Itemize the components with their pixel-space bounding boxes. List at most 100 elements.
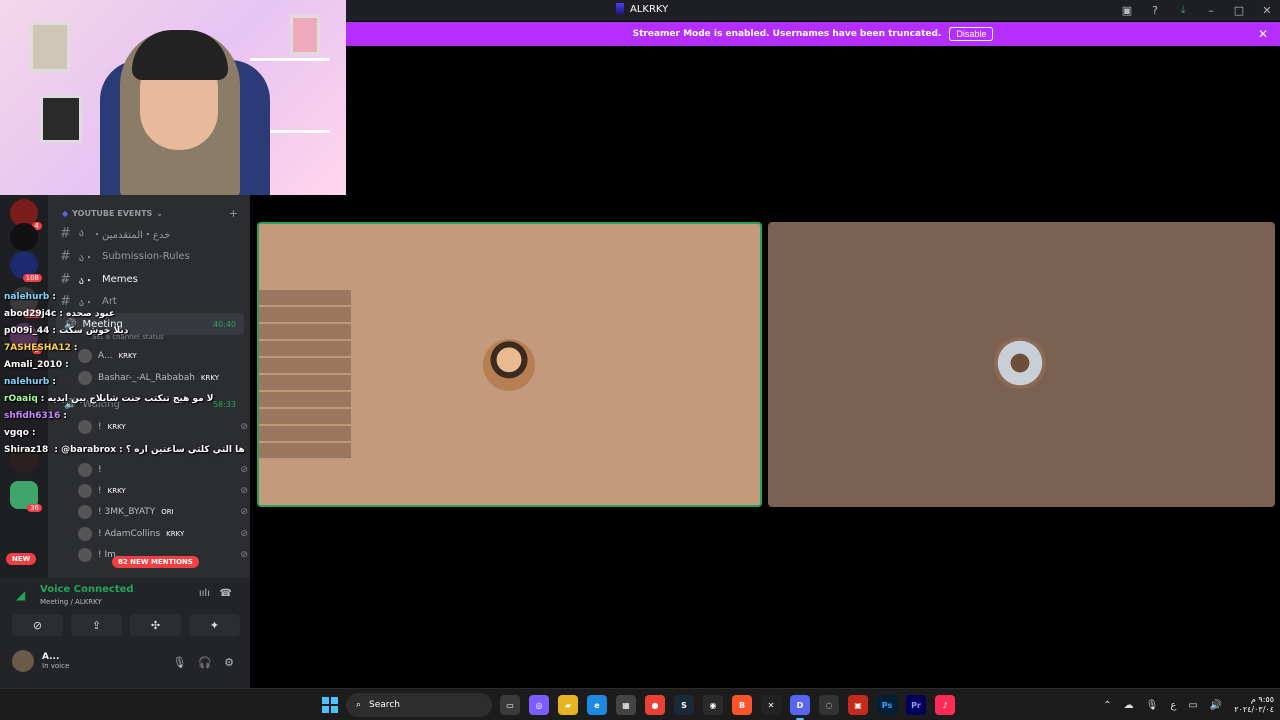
help-icon[interactable]: ?	[1148, 3, 1162, 17]
avatar	[78, 548, 92, 562]
channel-item[interactable]: # ა・ Art	[60, 291, 240, 311]
disable-button[interactable]: Disable	[949, 27, 994, 41]
taskbar: ⌕ Search ▭ ◎ ▰ e ▦ ● S ◉ B ✕ D ◌ ▣ Ps Pr…	[0, 688, 1280, 720]
chat-message: nalehurb:	[4, 377, 56, 387]
language-indicator[interactable]: ع	[1170, 700, 1176, 711]
start-button[interactable]	[322, 697, 338, 713]
minimize-button[interactable]: –	[1204, 3, 1218, 17]
chat-message: Amali_2010:	[4, 360, 69, 370]
chevron-up-icon[interactable]: ⌃	[1103, 700, 1111, 711]
server-icon[interactable]: 36	[10, 481, 42, 512]
download-icon[interactable]: ⤓	[1176, 3, 1190, 17]
voice-panel: ◢ Voice Connected Meeting / ALKRKY ıılı …	[0, 578, 250, 688]
file-explorer-icon[interactable]: ▰	[558, 695, 578, 715]
steam-icon[interactable]: S	[674, 695, 694, 715]
close-button[interactable]: ✕	[1260, 3, 1274, 17]
avatar	[78, 463, 92, 477]
add-channel-icon[interactable]: +	[229, 207, 238, 220]
title-bar: ALKRKY ▣ ? ⤓ – □ ✕	[346, 0, 1280, 21]
muted-icon: ⊘	[240, 422, 248, 432]
avatar	[78, 371, 92, 385]
noise-suppression-icon[interactable]: ıılı	[199, 588, 210, 599]
avatar	[78, 527, 92, 541]
app-logo-icon	[616, 3, 624, 15]
participant-tile-speaking[interactable]	[257, 222, 762, 507]
voice-user[interactable]: ! AdamCollins KRKY ⊘	[78, 524, 248, 544]
participant-tile[interactable]	[768, 222, 1275, 507]
screen-share-button[interactable]: ⇪	[71, 614, 122, 636]
activities-button[interactable]: ✣	[130, 614, 181, 636]
voice-actions: ⊘ ⇪ ✣ ✦	[12, 614, 240, 636]
app-icon[interactable]: ◌	[819, 695, 839, 715]
task-view-icon[interactable]: ▭	[500, 695, 520, 715]
chat-message: nalehurb:	[4, 292, 56, 302]
server-icon[interactable]: 108	[10, 251, 42, 282]
new-pill[interactable]: NEW	[6, 553, 37, 565]
edge-icon[interactable]: e	[587, 695, 607, 715]
voice-connected-subtitle[interactable]: Meeting / ALKRKY	[40, 598, 102, 606]
participant-avatar	[994, 337, 1046, 389]
chrome-icon[interactable]: ●	[645, 695, 665, 715]
voice-user[interactable]: Bashar-_-AL_Rababah KRKY	[78, 368, 248, 388]
muted-icon: ⊘	[240, 507, 248, 517]
channel-item[interactable]: # ა・ Submission-Rules	[60, 246, 240, 266]
channel-item[interactable]: # ა・ Memes	[60, 269, 240, 289]
category-header[interactable]: ◆ YOUTUBE EVENTS ⌄	[62, 209, 163, 218]
plaque-frame	[290, 15, 320, 55]
signal-icon[interactable]: ◢	[16, 588, 25, 602]
chevron-down-icon: ⌄	[156, 209, 163, 218]
copilot-icon[interactable]: ◎	[529, 695, 549, 715]
chat-message: vgqo:	[4, 428, 36, 438]
avatar	[12, 650, 34, 672]
disconnect-icon[interactable]: ☎	[220, 588, 232, 599]
store-icon[interactable]: ▦	[616, 695, 636, 715]
muted-icon: ⊘	[240, 465, 248, 475]
close-icon[interactable]: ✕	[1258, 27, 1268, 41]
gear-icon[interactable]: ⚙	[224, 656, 234, 669]
server-icon[interactable]	[10, 223, 38, 251]
voice-user[interactable]: A... KRKY	[78, 346, 248, 366]
voice-user[interactable]: ! 3MK_BYATY ORI ⊘	[78, 502, 248, 522]
plaque-frame	[40, 95, 82, 143]
brave-icon[interactable]: B	[732, 695, 752, 715]
capcut-icon[interactable]: ✕	[761, 695, 781, 715]
microphone-icon[interactable]: 🎙	[172, 656, 186, 669]
voice-user[interactable]: ! KRKY ⊘	[78, 417, 248, 437]
hash-icon: #	[60, 225, 71, 241]
premiere-icon[interactable]: Pr	[906, 695, 926, 715]
tiktok-icon[interactable]: ♪	[935, 695, 955, 715]
maximize-button[interactable]: □	[1232, 3, 1246, 17]
avatar	[78, 484, 92, 498]
microphone-icon[interactable]: 🎙	[1146, 700, 1159, 711]
screen-share-icon[interactable]: ▣	[1120, 3, 1134, 17]
new-mentions-pill[interactable]: 82 NEW MENTIONS	[112, 556, 199, 568]
chat-message: Shiraz18 : @barabrox : ها التي كلتي ساعت…	[4, 445, 245, 455]
channel-sidebar: ◆ YOUTUBE EVENTS ⌄ + # ა ・خدع・المتقدمين …	[48, 195, 250, 578]
chat-message: shfidh6316:	[4, 411, 67, 421]
muted-icon: ⊘	[240, 529, 248, 539]
app-icon[interactable]: ▣	[848, 695, 868, 715]
system-tray: ⌃ ☁ 🎙 ع ▭ 🔊 ٩:٥٥ م ٢٠٢٤/٠٣/٠٤	[1103, 695, 1274, 715]
camera-off-button[interactable]: ⊘	[12, 614, 63, 636]
headphones-icon[interactable]: 🎧	[198, 656, 212, 669]
obs-icon[interactable]: ◉	[703, 695, 723, 715]
user-panel[interactable]: A... In voice	[12, 650, 69, 672]
cloud-icon[interactable]: ☁	[1124, 700, 1134, 711]
participant-avatar	[483, 339, 535, 391]
soundboard-button[interactable]: ✦	[189, 614, 240, 636]
user-controls: 🎙 🎧 ⚙	[172, 656, 234, 669]
discord-icon[interactable]: D	[790, 695, 810, 720]
channel-item[interactable]: # ა ・خدع・المتقدمين	[60, 223, 240, 243]
voice-connected-title[interactable]: Voice Connected	[40, 584, 134, 595]
chat-message: rOaaiq: لا مو هيج تنكتب جنت شايلاج بين ا…	[4, 394, 214, 404]
photoshop-icon[interactable]: Ps	[877, 695, 897, 715]
voice-user[interactable]: ! ⊘	[78, 460, 248, 480]
network-icon[interactable]: ▭	[1188, 700, 1197, 711]
voice-user[interactable]: ! KRKY ⊘	[78, 481, 248, 501]
hash-icon: #	[60, 271, 71, 287]
taskbar-search[interactable]: ⌕ Search	[346, 693, 492, 717]
window-title: ALKRKY	[616, 3, 668, 15]
clock[interactable]: ٩:٥٥ م ٢٠٢٤/٠٣/٠٤	[1234, 695, 1274, 715]
volume-icon[interactable]: 🔊	[1210, 700, 1222, 711]
plaque-frame	[30, 22, 70, 72]
